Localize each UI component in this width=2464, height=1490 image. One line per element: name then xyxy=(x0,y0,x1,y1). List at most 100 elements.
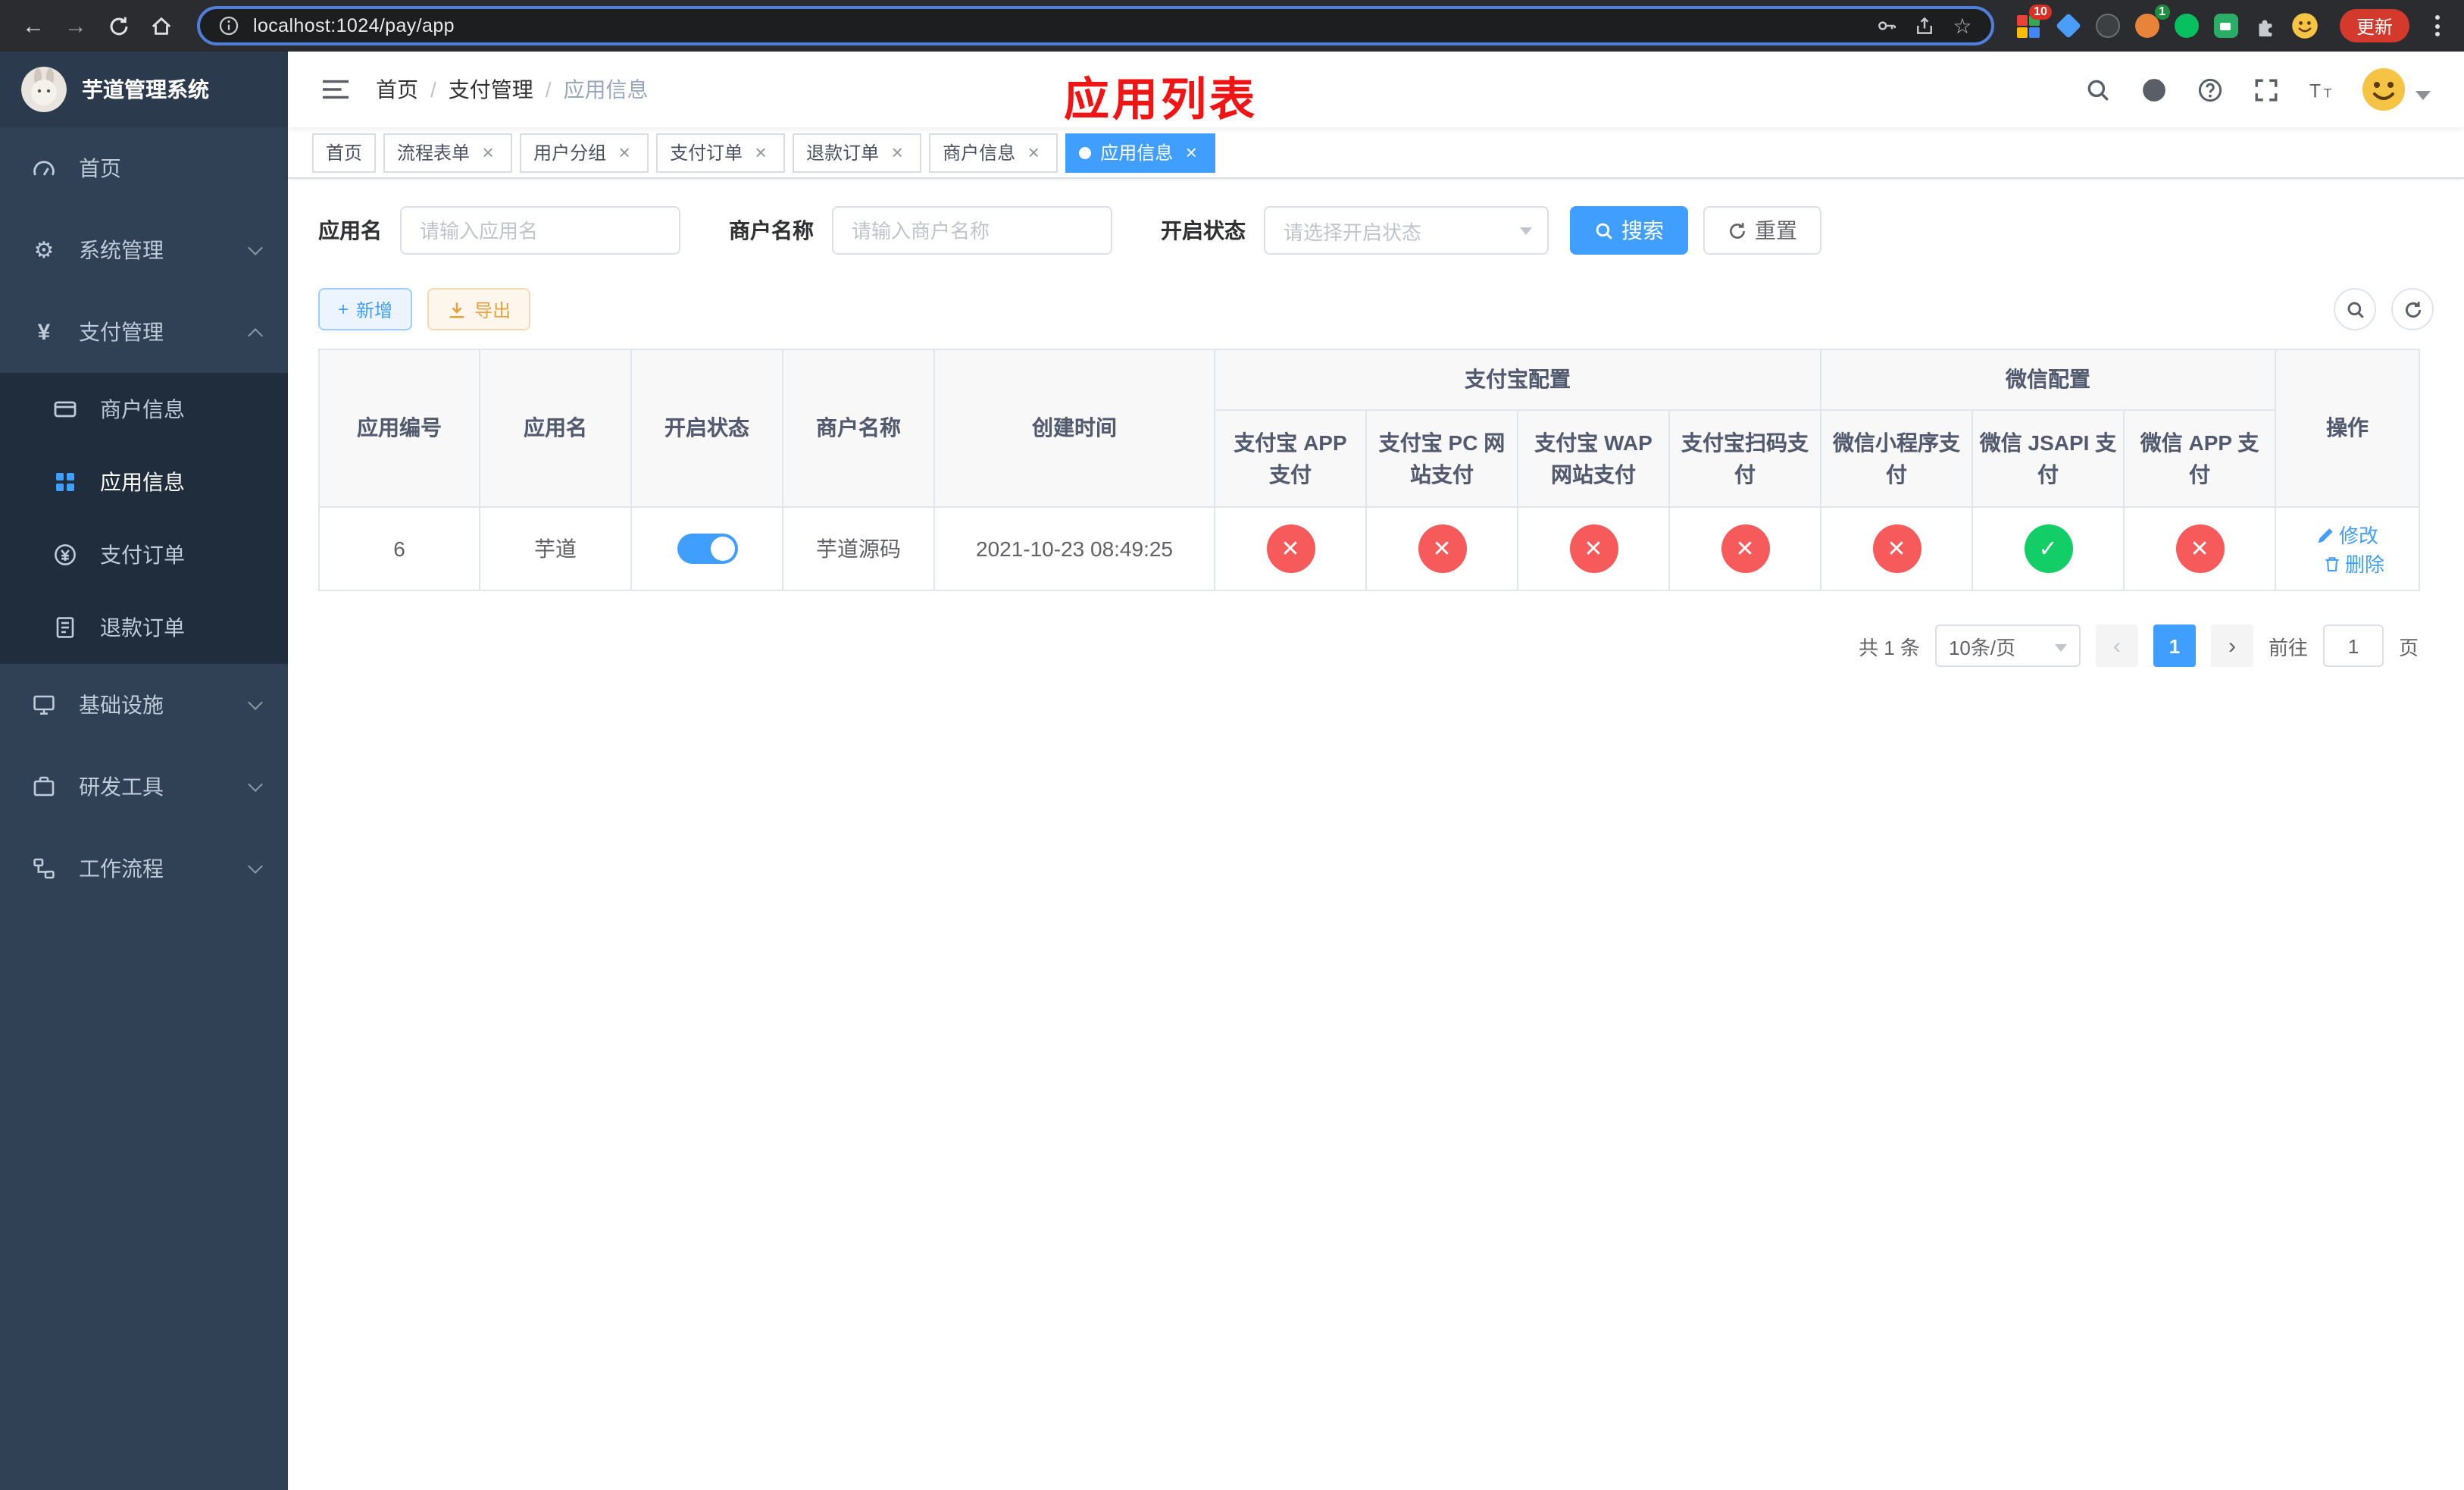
svg-text:T: T xyxy=(2323,85,2331,99)
tags-view-bar: 首页 流程表单 × 用户分组 × 支付订单 × 退款订单 × 商户信息 × 应用信息 × xyxy=(288,127,2464,179)
filter-form: 应用名 商户名称 开启状态 请选择开启状态 搜索 xyxy=(318,206,2434,255)
tab-user-group[interactable]: 用户分组 × xyxy=(520,133,649,172)
refresh-table-button[interactable] xyxy=(2391,288,2434,330)
browser-menu-button[interactable] xyxy=(2425,15,2449,36)
extension-icon-grid[interactable]: 10 xyxy=(2012,5,2052,42)
tab-label: 商户信息 xyxy=(943,142,1016,164)
sidebar-item-workflow[interactable]: 工作流程 xyxy=(0,828,288,909)
user-menu[interactable] xyxy=(2361,67,2431,112)
chat-glyph xyxy=(2213,14,2238,38)
chevron-down-icon xyxy=(248,695,263,710)
bookmark-star-icon[interactable]: ☆ xyxy=(1949,12,1976,39)
sidebar-item-infrastructure[interactable]: 基础设施 xyxy=(0,664,288,746)
sidebar-item-dev-tools[interactable]: 研发工具 xyxy=(0,746,288,828)
breadcrumb-separator: / xyxy=(430,77,436,102)
extensions-puzzle-icon[interactable] xyxy=(2249,9,2282,42)
tab-pay-orders[interactable]: 支付订单 × xyxy=(656,133,786,172)
sidebar-item-home[interactable]: 首页 xyxy=(0,127,288,209)
dashboard-icon xyxy=(30,156,58,180)
tab-label: 流程表单 xyxy=(397,142,471,164)
app-name-input[interactable] xyxy=(400,206,680,255)
status-select[interactable]: 请选择开启状态 xyxy=(1264,206,1549,255)
home-button[interactable] xyxy=(142,8,179,44)
export-button[interactable]: 导出 xyxy=(427,288,531,330)
back-button[interactable]: ← xyxy=(15,8,52,44)
extension-icon-wechat-dev[interactable] xyxy=(2170,9,2203,42)
status-toggle[interactable] xyxy=(677,534,737,564)
tab-refund-orders[interactable]: 退款订单 × xyxy=(793,133,922,172)
add-button[interactable]: + 新增 xyxy=(318,288,413,330)
prev-page-button[interactable]: ‹ xyxy=(2095,624,2138,667)
reload-button[interactable] xyxy=(100,8,136,44)
gear-glyph: ⚙ xyxy=(33,238,55,264)
extension-icon-avatar[interactable]: 1 xyxy=(2131,5,2170,42)
tab-app-info[interactable]: 应用信息 × xyxy=(1065,133,1216,172)
share-icon[interactable] xyxy=(1911,12,1938,39)
chevron-down-icon xyxy=(248,859,263,874)
close-icon[interactable]: × xyxy=(1023,142,1044,163)
chrome-update-button[interactable]: 更新 xyxy=(2339,9,2409,42)
pencil-icon xyxy=(2317,527,2332,543)
alipay-qr-status-icon: ✕ xyxy=(1721,524,1769,573)
sidebar-item-payment[interactable]: ¥ 支付管理 xyxy=(0,291,288,373)
page-content: 应用名 商户名称 开启状态 请选择开启状态 搜索 xyxy=(288,179,2464,1490)
alipay-pc-status-icon: ✕ xyxy=(1418,524,1466,573)
tab-process-form[interactable]: 流程表单 × xyxy=(383,133,513,172)
sidebar-logo[interactable]: 芋道管理系统 xyxy=(0,52,288,127)
page-button-1[interactable]: 1 xyxy=(2153,624,2196,667)
sidebar-item-merchant-info[interactable]: 商户信息 xyxy=(0,373,288,446)
password-key-icon[interactable] xyxy=(1873,12,1900,39)
close-icon[interactable]: × xyxy=(614,142,635,163)
breadcrumb-home[interactable]: 首页 xyxy=(376,74,418,105)
prev-icon: ‹ xyxy=(2112,633,2121,659)
sidebar-toggle-button[interactable] xyxy=(309,64,361,115)
col-alipay-wap: 支付宝 WAP 网站支付 xyxy=(1517,409,1670,508)
toggle-search-button[interactable] xyxy=(2334,288,2376,330)
table-row: 6 芋道 芋道源码 2021-10-23 08:49:25 ✕ ✕ ✕ ✕ ✕ … xyxy=(318,506,2421,591)
sidebar-item-label: 首页 xyxy=(79,156,121,180)
table-toolbar: + 新增 导出 xyxy=(318,288,2434,330)
search-icon xyxy=(2347,301,2363,318)
extension-icon-dark[interactable] xyxy=(2091,9,2125,42)
delete-link[interactable]: 删除 xyxy=(2322,549,2384,578)
close-icon[interactable]: × xyxy=(750,142,771,163)
profile-avatar-icon[interactable] xyxy=(2288,9,2322,42)
sidebar-item-label: 工作流程 xyxy=(79,856,164,881)
header-search-icon[interactable] xyxy=(2081,73,2114,106)
close-icon[interactable]: × xyxy=(886,142,908,163)
font-size-icon[interactable]: TT xyxy=(2305,73,2338,106)
chevron-down-icon xyxy=(248,240,263,255)
sidebar-item-label: 支付管理 xyxy=(79,320,164,344)
sidebar-item-label: 基础设施 xyxy=(79,693,164,717)
next-page-button[interactable]: › xyxy=(2210,624,2253,667)
app-table: 应用编号 应用名 开启状态 商户名称 创建时间 支付宝配置 微信配置 操作 支付… xyxy=(318,349,2421,591)
breadcrumb-payment[interactable]: 支付管理 xyxy=(449,74,533,105)
sidebar-item-system[interactable]: ⚙ 系统管理 xyxy=(0,209,288,291)
close-icon[interactable]: × xyxy=(477,142,499,163)
forward-button[interactable]: → xyxy=(58,8,94,44)
goto-page-input[interactable] xyxy=(2322,624,2384,667)
extension-icon-diamond[interactable] xyxy=(2052,9,2085,42)
reset-button[interactable]: 重置 xyxy=(1703,206,1821,255)
tab-home[interactable]: 首页 xyxy=(312,133,377,172)
sidebar-item-pay-orders[interactable]: 支付订单 xyxy=(0,518,288,591)
merchant-name-input[interactable] xyxy=(832,206,1112,255)
github-icon[interactable] xyxy=(2137,73,2170,106)
col-wechat-mini: 微信小程序支付 xyxy=(1820,409,1973,508)
site-info-icon[interactable] xyxy=(215,12,242,39)
sidebar-item-app-info[interactable]: 应用信息 xyxy=(0,446,288,518)
forward-icon: → xyxy=(64,13,87,39)
close-icon[interactable]: × xyxy=(1180,142,1202,163)
extension-icon-chat[interactable] xyxy=(2209,9,2243,42)
address-bar[interactable]: localhost:1024/pay/app ☆ xyxy=(197,6,1994,45)
tab-merchant-info[interactable]: 商户信息 × xyxy=(929,133,1058,172)
fullscreen-icon[interactable] xyxy=(2249,73,2282,106)
col-merchant: 商户名称 xyxy=(782,349,935,508)
app-frame: 芋道管理系统 首页 ⚙ 系统管理 ¥ 支付管理 商户信息 应用信息 支付订单 退… xyxy=(0,52,2464,1490)
edit-link[interactable]: 修改 xyxy=(2316,520,2378,549)
search-button[interactable]: 搜索 xyxy=(1570,206,1688,255)
help-icon[interactable] xyxy=(2193,73,2226,106)
cell-app-name: 芋道 xyxy=(479,506,632,591)
page-size-select[interactable]: 10条/页 xyxy=(1934,624,2081,667)
sidebar-item-refund-orders[interactable]: 退款订单 xyxy=(0,591,288,664)
